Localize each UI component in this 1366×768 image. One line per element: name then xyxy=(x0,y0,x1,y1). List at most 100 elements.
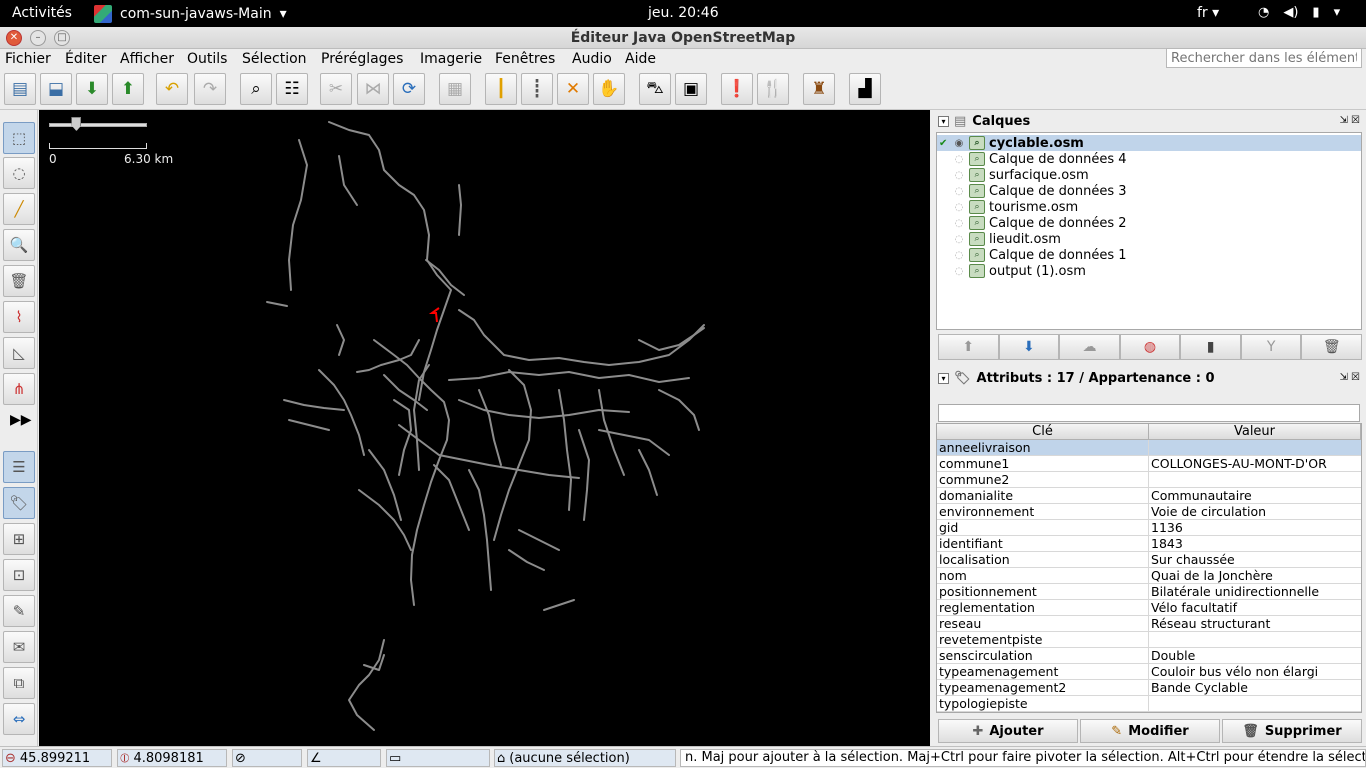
map-ways[interactable] xyxy=(39,110,930,746)
open-file-button[interactable]: ▤ xyxy=(4,73,36,105)
preset-road-button[interactable]: ┃ xyxy=(485,73,517,105)
table-row[interactable]: typeamenagement2 Bande Cyclable xyxy=(937,680,1361,696)
extrude-button[interactable]: ⋔ xyxy=(3,373,35,405)
table-row[interactable]: reseau Réseau structurant xyxy=(937,616,1361,632)
more-tools-icon[interactable]: ▶▶ xyxy=(10,412,32,428)
imagery-button[interactable]: ▦ xyxy=(439,73,471,105)
split-way-button[interactable]: ✂ xyxy=(320,73,352,105)
layer-row[interactable]: ◌ ⌕ Calque de données 2 xyxy=(937,215,1361,231)
zoom-slider-track[interactable] xyxy=(49,123,147,127)
download-button[interactable]: ⬇ xyxy=(76,73,108,105)
eye-icon[interactable]: ◌ xyxy=(953,202,965,213)
table-row[interactable]: commune1 COLLONGES-AU-MONT-D'OR xyxy=(937,456,1361,472)
value-column-header[interactable]: Valeur xyxy=(1149,424,1361,439)
layer-row[interactable]: ◌ ⌕ lieudit.osm xyxy=(937,231,1361,247)
table-row[interactable]: gid 1136 xyxy=(937,520,1361,536)
edit-tag-button[interactable]: ✎ Modifier xyxy=(1080,719,1220,743)
attributes-panel-header[interactable]: ▾ 🏷 Attributs : 17 / Appartenance : 0 ⇲ … xyxy=(934,368,1364,388)
eye-icon[interactable]: ◌ xyxy=(953,186,965,197)
layers-list[interactable]: ✔ ◉ ⌕ cyclable.osm ◌ ⌕ Calque de données… xyxy=(936,132,1362,330)
collapse-icon[interactable]: ▾ xyxy=(938,372,949,384)
table-row[interactable]: reglementation Vélo facultatif xyxy=(937,600,1361,616)
layers-panel-header[interactable]: ▾ ▤ Calques ⇲ ☒ xyxy=(934,111,1364,131)
collapse-icon[interactable]: ▾ xyxy=(938,115,949,127)
menu-audio[interactable]: Audio xyxy=(572,51,612,67)
toggle-notes-button[interactable]: ✉ xyxy=(3,631,35,663)
undo-button[interactable]: ↶ xyxy=(156,73,188,105)
attributes-table[interactable]: Clé Valeur anneelivraison commune1 COLLON… xyxy=(936,423,1362,713)
preferences-button[interactable]: ⌕ xyxy=(240,73,272,105)
select-tool-button[interactable]: ⬚ xyxy=(3,122,35,154)
toggle-relations-button[interactable]: ⊡ xyxy=(3,559,35,591)
lasso-tool-button[interactable]: ◌ xyxy=(3,157,35,189)
menu-outils[interactable]: Outils xyxy=(187,51,227,67)
toggle-tags-button[interactable]: 🏷 xyxy=(3,487,35,519)
app-menu[interactable]: com-sun-javaws-Main ▾ xyxy=(94,5,287,23)
menu-fichier[interactable]: Fichier xyxy=(5,51,51,67)
menu-fenetres[interactable]: Fenêtres xyxy=(495,51,555,67)
preset-rail-button[interactable]: ┋ xyxy=(521,73,553,105)
redo-button[interactable]: ↷ xyxy=(194,73,226,105)
settings-button[interactable]: ☷ xyxy=(276,73,308,105)
layer-opacity-button[interactable]: ▮ xyxy=(1180,334,1241,360)
parallel-way-button[interactable]: ◺ xyxy=(3,337,35,369)
show-hide-layer-button[interactable]: ◍ xyxy=(1119,334,1181,360)
preset-bus-button[interactable]: ▣ xyxy=(675,73,707,105)
preset-castle-button[interactable]: ♜ xyxy=(803,73,835,105)
toggle-validation-button[interactable]: ✎ xyxy=(3,595,35,627)
delete-tag-button[interactable]: 🗑 Supprimer xyxy=(1222,719,1362,743)
preset-car-button[interactable]: ⛍ xyxy=(639,73,671,105)
upload-button[interactable]: ⬆ xyxy=(112,73,144,105)
preset-warning-button[interactable]: ❗ xyxy=(721,73,753,105)
draw-tool-button[interactable]: ╱ xyxy=(3,193,35,225)
menu-preréglages[interactable]: Préréglages xyxy=(321,51,403,67)
toggle-layers-button[interactable]: ☰ xyxy=(3,451,35,483)
activate-layer-button[interactable]: ☁ xyxy=(1059,334,1120,360)
toggle-conflict-button[interactable]: ⇔ xyxy=(3,703,35,735)
menu-editer[interactable]: Éditer xyxy=(65,51,106,67)
search-input[interactable] xyxy=(1166,48,1362,68)
preset-industry-button[interactable]: ▟ xyxy=(849,73,881,105)
refresh-button[interactable]: ⟳ xyxy=(393,73,425,105)
save-button[interactable]: ⬓ xyxy=(40,73,72,105)
table-row[interactable]: typologiepiste xyxy=(937,696,1361,712)
table-row[interactable]: identifiant 1843 xyxy=(937,536,1361,552)
preset-hand-button[interactable]: ✋ xyxy=(593,73,625,105)
eye-icon[interactable]: ◌ xyxy=(953,266,965,277)
clock[interactable]: jeu. 20:46 xyxy=(648,5,719,21)
layer-row[interactable]: ◌ ⌕ output (1).osm xyxy=(937,263,1361,279)
table-row[interactable]: nom Quai de la Jonchère xyxy=(937,568,1361,584)
tag-filter-input[interactable] xyxy=(938,404,1360,422)
zoom-tool-button[interactable]: 🔍 xyxy=(3,229,35,261)
selected-way[interactable] xyxy=(428,307,440,323)
activities-button[interactable]: Activités xyxy=(12,5,72,21)
layer-row[interactable]: ✔ ◉ ⌕ cyclable.osm xyxy=(937,135,1361,151)
menu-aide[interactable]: Aide xyxy=(625,51,656,67)
move-layer-down-button[interactable]: ⬇ xyxy=(998,334,1060,360)
eye-icon[interactable]: ◌ xyxy=(953,250,965,261)
eye-icon[interactable]: ◉ xyxy=(953,138,965,149)
menu-afficher[interactable]: Afficher xyxy=(120,51,174,67)
eye-icon[interactable]: ◌ xyxy=(953,234,965,245)
preset-crossing-button[interactable]: ✕ xyxy=(557,73,589,105)
table-row[interactable]: localisation Sur chaussée xyxy=(937,552,1361,568)
merge-layer-button[interactable]: Y xyxy=(1240,334,1302,360)
table-row[interactable]: anneelivraison xyxy=(937,440,1361,456)
toggle-selection-list-button[interactable]: ⊞ xyxy=(3,523,35,555)
pin-close-icons[interactable]: ⇲ ☒ xyxy=(1339,115,1360,126)
layer-row[interactable]: ◌ ⌕ Calque de données 3 xyxy=(937,183,1361,199)
improve-way-button[interactable]: ⌇ xyxy=(3,301,35,333)
table-row[interactable]: environnement Voie de circulation xyxy=(937,504,1361,520)
table-row[interactable]: positionnement Bilatérale unidirectionnel… xyxy=(937,584,1361,600)
toggle-history-button[interactable]: ⧉ xyxy=(3,667,35,699)
map-view[interactable]: 0 6.30 km xyxy=(39,110,930,746)
preset-restaurant-button[interactable]: 🍴 xyxy=(757,73,789,105)
table-row[interactable]: commune2 xyxy=(937,472,1361,488)
eye-icon[interactable]: ◌ xyxy=(953,170,965,181)
table-row[interactable]: senscirculation Double xyxy=(937,648,1361,664)
table-row[interactable]: revetementpiste xyxy=(937,632,1361,648)
combine-way-button[interactable]: ⋈ xyxy=(357,73,389,105)
menu-selection[interactable]: Sélection xyxy=(242,51,307,67)
eye-icon[interactable]: ◌ xyxy=(953,154,965,165)
delete-layer-button[interactable]: 🗑 xyxy=(1301,334,1363,360)
